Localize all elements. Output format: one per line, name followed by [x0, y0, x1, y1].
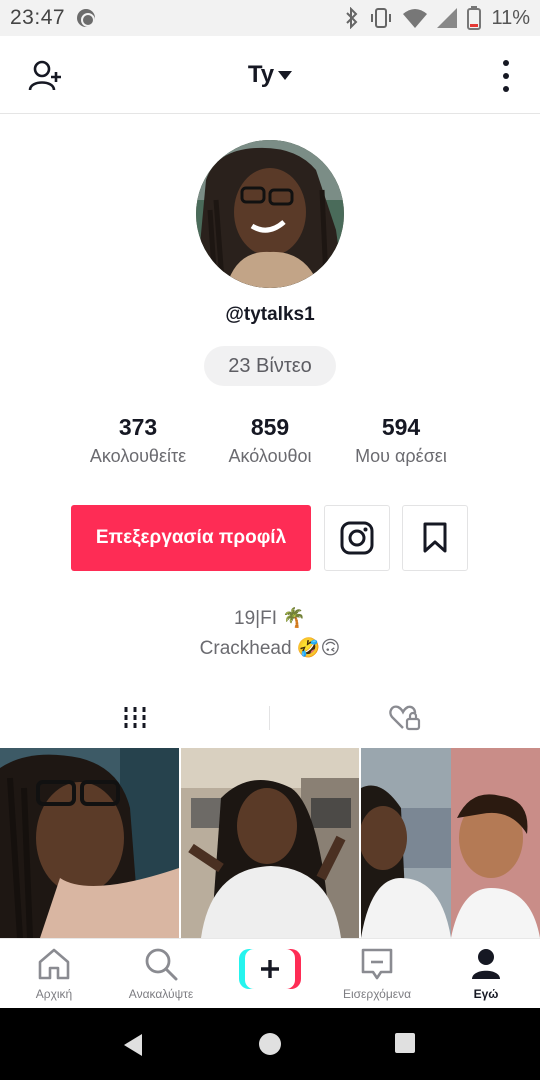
create-button[interactable] [239, 949, 301, 989]
recents-icon[interactable] [394, 1032, 416, 1054]
locked-heart-icon [389, 705, 421, 731]
nav-label: Εγώ [473, 987, 499, 1001]
create-plus-icon [261, 960, 279, 978]
instagram-icon [340, 521, 374, 555]
stat-following[interactable]: 373 Ακολουθείτε [68, 412, 208, 467]
more-options-icon[interactable] [502, 60, 510, 92]
profile-stats: 373 Ακολουθείτε 859 Ακόλουθοι 594 Μου αρ… [0, 412, 540, 476]
nav-inbox[interactable]: Εισερχόμενα [323, 939, 431, 1009]
username: @tytalks1 [225, 304, 315, 325]
nav-create[interactable] [216, 939, 324, 1009]
nav-home[interactable]: Αρχική [0, 939, 108, 1009]
avatar[interactable] [196, 140, 344, 288]
bio-line: Crackhead 🤣🙃 [199, 638, 341, 659]
profile-actions: Επεξεργασία προφίλ [0, 505, 540, 571]
status-bar: 23:47 11% [0, 0, 540, 36]
nav-label: Αρχική [35, 987, 73, 1001]
bluetooth-icon [346, 7, 358, 29]
bottom-navigation: Αρχική Ανακαλύψτε Εισερχόμενα Εγώ [0, 938, 540, 1008]
stat-value: 373 [118, 414, 158, 440]
nav-me[interactable]: Εγώ [432, 939, 540, 1009]
wifi-icon [403, 9, 428, 28]
account-switcher[interactable]: Ty [247, 60, 293, 89]
status-icons: 11% [345, 6, 530, 30]
bio-line: 19|FI 🌴 [234, 608, 306, 629]
signal-icon [437, 8, 458, 28]
battery-icon [467, 6, 482, 30]
add-user-icon[interactable] [28, 58, 64, 94]
battery-percent: 11% [491, 6, 530, 29]
tab-videos[interactable] [0, 690, 270, 746]
inbox-icon [361, 948, 393, 980]
stat-label: Ακολουθείτε [89, 446, 187, 466]
video-thumbnail[interactable] [0, 748, 179, 938]
nav-label: Εισερχόμενα [342, 987, 412, 1001]
stat-likes[interactable]: 594 Μου αρέσει [331, 412, 471, 467]
video-thumbnail[interactable] [361, 748, 540, 938]
stat-followers[interactable]: 859 Ακόλουθοι [200, 412, 340, 467]
edit-profile-button[interactable]: Επεξεργασία προφίλ [71, 505, 311, 571]
stat-value: 859 [250, 414, 290, 440]
bio: 19|FI 🌴 Crackhead 🤣🙃 [0, 604, 540, 664]
video-count-badge: 23 Βίντεο [204, 346, 336, 386]
notification-icon [77, 9, 96, 27]
chevron-down-icon [278, 71, 293, 80]
tab-liked-private[interactable] [270, 690, 540, 746]
profile-header: Ty [0, 36, 540, 114]
profile-icon [472, 949, 500, 979]
back-icon[interactable] [120, 1032, 146, 1058]
profile-tabs [0, 690, 540, 746]
stat-label: Ακόλουθοι [228, 446, 312, 466]
vibrate-icon [371, 8, 392, 28]
video-grid [0, 748, 540, 938]
search-icon [145, 948, 178, 981]
home-icon [38, 948, 70, 980]
stat-label: Μου αρέσει [355, 446, 447, 466]
stat-value: 594 [381, 414, 421, 440]
nav-label: Ανακαλύψτε [128, 987, 194, 1001]
status-time: 23:47 [10, 6, 66, 29]
nav-discover[interactable]: Ανακαλύψτε [107, 939, 215, 1009]
grid-videos-icon [124, 707, 146, 729]
header-title: Ty [247, 60, 275, 88]
favorites-button[interactable] [402, 505, 468, 571]
home-circle-icon[interactable] [258, 1032, 282, 1056]
system-navigation-bar [0, 1008, 540, 1080]
video-thumbnail[interactable] [181, 748, 359, 938]
bookmark-icon [423, 522, 447, 553]
instagram-button[interactable] [324, 505, 390, 571]
